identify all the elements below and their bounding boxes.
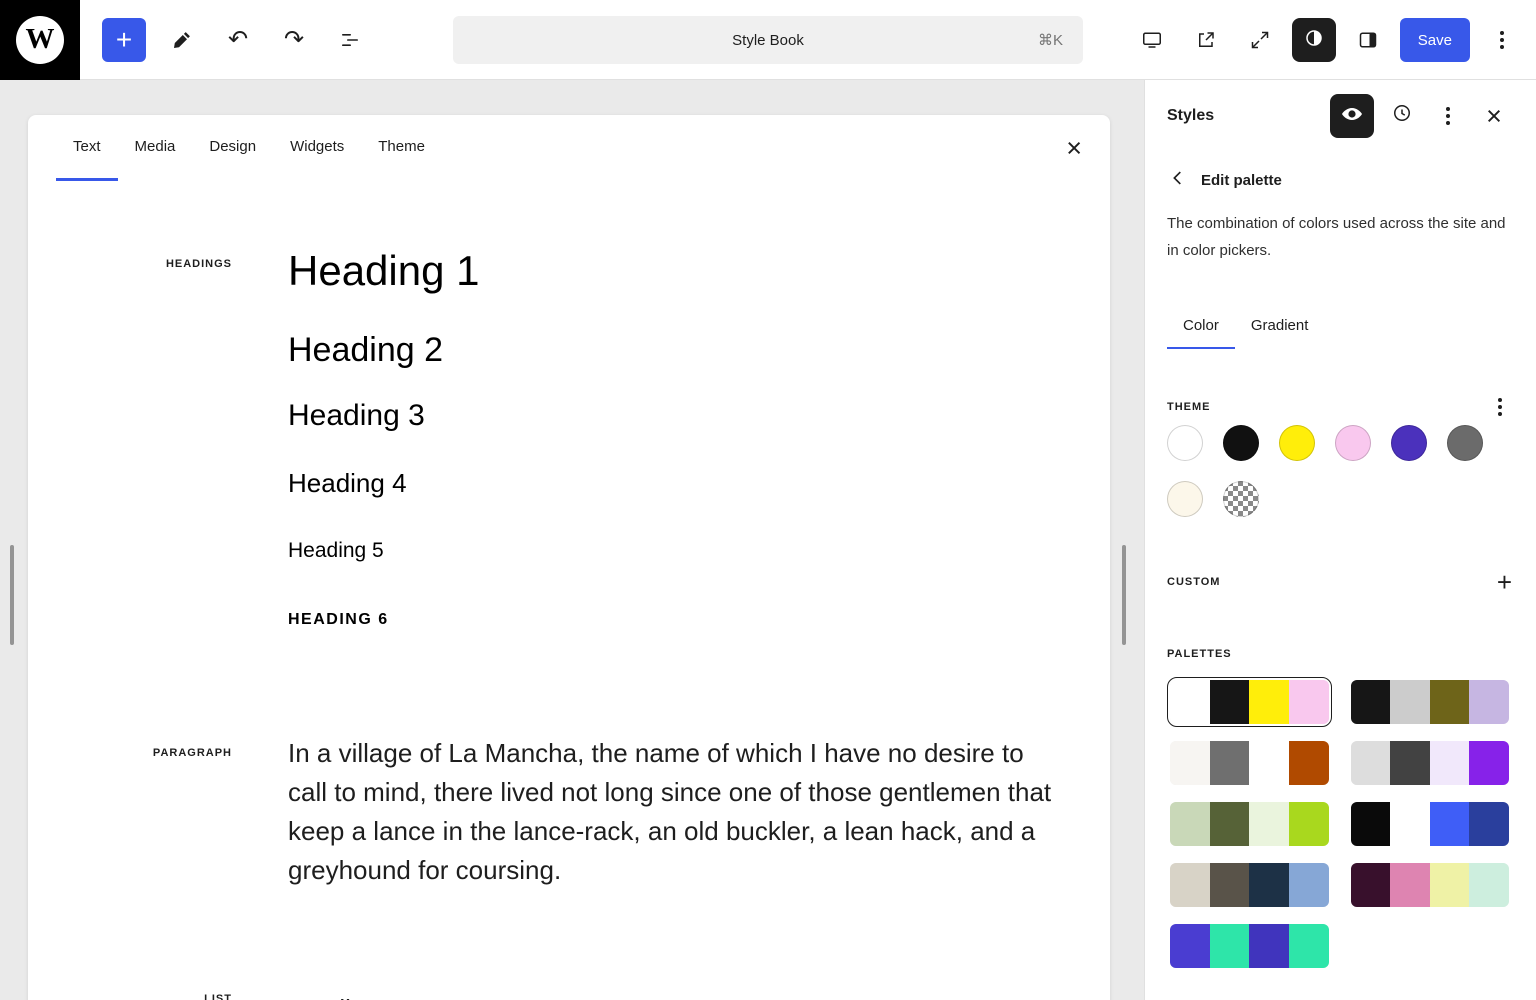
wordpress-logo[interactable]: W	[0, 0, 80, 80]
heading-5-sample[interactable]: Heading 5	[288, 537, 1110, 564]
history-clock-icon	[1390, 101, 1414, 132]
edit-tool-button[interactable]	[160, 18, 204, 62]
heading-3-sample[interactable]: Heading 3	[288, 397, 1110, 435]
paragraph-label: PARAGRAPH	[152, 747, 232, 759]
theme-color-swatch[interactable]	[1223, 425, 1259, 461]
tab-widgets[interactable]: Widgets	[273, 115, 361, 181]
theme-color-swatch[interactable]	[1167, 481, 1203, 517]
kebab-menu-icon	[1498, 398, 1502, 416]
contrast-styles-icon	[1302, 26, 1326, 55]
plus-icon: +	[115, 23, 133, 55]
eye-icon	[1340, 102, 1364, 131]
list-label: LIST	[204, 993, 232, 1000]
wordpress-w-icon: W	[16, 15, 64, 64]
redo-icon: ↷	[283, 26, 305, 53]
sidebar-panel-icon	[1356, 28, 1380, 52]
style-book-toggle-button[interactable]	[1330, 94, 1374, 138]
palette-option[interactable]	[1348, 677, 1513, 727]
settings-sidebar-toggle[interactable]	[1346, 18, 1390, 62]
heading-6-sample[interactable]: Heading 6	[288, 610, 1110, 630]
close-sidebar-button[interactable]: ×	[1476, 98, 1512, 134]
sidebar-title: Styles	[1167, 107, 1215, 124]
styles-button[interactable]	[1291, 18, 1336, 62]
external-link-icon	[1194, 28, 1218, 52]
options-menu-button[interactable]	[1480, 18, 1524, 62]
edit-palette-back[interactable]: Edit palette	[1167, 166, 1512, 194]
headings-section: HEADINGS Heading 1 Heading 2 Heading 3 H…	[28, 245, 1110, 630]
block-inserter-button[interactable]: +	[102, 17, 146, 62]
device-preview-button[interactable]	[1130, 18, 1174, 62]
palette-option[interactable]	[1167, 921, 1332, 971]
style-book-card: Text Media Design Widgets Theme × HEADIN…	[28, 115, 1110, 1000]
theme-color-swatch[interactable]	[1447, 425, 1483, 461]
theme-section-label: THEME	[1167, 401, 1211, 413]
heading-1-sample[interactable]: Heading 1	[288, 245, 1110, 297]
theme-color-swatch[interactable]	[1335, 425, 1371, 461]
theme-color-swatch[interactable]	[1279, 425, 1315, 461]
transparency-color-swatch[interactable]	[1223, 481, 1259, 517]
undo-icon: ↶	[227, 26, 249, 53]
theme-color-swatch[interactable]	[1167, 425, 1203, 461]
palette-tabs: Color Gradient	[1167, 304, 1512, 349]
edit-palette-title: Edit palette	[1201, 171, 1282, 189]
style-book-tabs: Text Media Design Widgets Theme ×	[28, 115, 1110, 181]
paragraph-section: PARAGRAPH In a village of La Mancha, the…	[28, 734, 1110, 890]
palette-option[interactable]	[1167, 677, 1332, 727]
list-view-icon	[338, 28, 362, 52]
desktop-icon	[1140, 28, 1164, 52]
headings-samples[interactable]: Heading 1 Heading 2 Heading 3 Heading 4 …	[288, 245, 1110, 630]
fullscreen-button[interactable]	[1238, 18, 1282, 62]
palette-description: The combination of colors used across th…	[1167, 215, 1506, 259]
command-shortcut: ⌘K	[1037, 32, 1063, 49]
expand-icon	[1248, 28, 1272, 52]
chevron-left-icon	[1167, 167, 1189, 194]
palette-option[interactable]	[1167, 860, 1332, 910]
save-button[interactable]: Save	[1399, 18, 1470, 62]
styles-sidebar: Styles × Edit palette The combination of…	[1144, 80, 1536, 1000]
revisions-button[interactable]	[1384, 98, 1420, 134]
palette-option[interactable]	[1167, 738, 1332, 788]
theme-options-button[interactable]	[1488, 395, 1512, 419]
palette-option[interactable]	[1348, 799, 1513, 849]
palette-option[interactable]	[1348, 860, 1513, 910]
list-item-sample: Alice.	[322, 990, 1110, 1000]
palettes-section-label: PALETTES	[1167, 648, 1232, 660]
list-section: LIST Alice.	[28, 990, 1110, 1000]
tab-gradient[interactable]: Gradient	[1235, 304, 1325, 349]
kebab-menu-icon	[1446, 107, 1450, 125]
custom-section-label: CUSTOM	[1167, 576, 1221, 588]
theme-color-swatch[interactable]	[1391, 425, 1427, 461]
pencil-icon	[170, 28, 194, 52]
styles-options-button[interactable]	[1430, 98, 1466, 134]
resize-handle-left[interactable]	[10, 545, 14, 645]
tab-text[interactable]: Text	[56, 115, 118, 181]
redo-button[interactable]: ↷	[272, 18, 316, 62]
add-custom-color-button[interactable]: +	[1497, 569, 1512, 595]
view-site-button[interactable]	[1184, 18, 1228, 62]
tab-color[interactable]: Color	[1167, 304, 1235, 349]
sample-list[interactable]: Alice.	[288, 990, 1110, 1000]
palettes-grid	[1167, 677, 1512, 971]
heading-4-sample[interactable]: Heading 4	[288, 467, 1110, 499]
tab-design[interactable]: Design	[192, 115, 273, 181]
palette-option[interactable]	[1348, 738, 1513, 788]
theme-color-swatches	[1167, 425, 1483, 517]
command-palette-label: Style Book	[732, 31, 804, 49]
paragraph-sample[interactable]: In a village of La Mancha, the name of w…	[288, 734, 1058, 890]
resize-handle-right[interactable]	[1122, 545, 1126, 645]
editor-topbar: W + ↶ ↷ Style Book ⌘K Save	[0, 0, 1536, 80]
close-style-book-icon[interactable]: ×	[1066, 134, 1082, 162]
palette-option[interactable]	[1167, 799, 1332, 849]
undo-button[interactable]: ↶	[216, 18, 260, 62]
heading-2-sample[interactable]: Heading 2	[288, 329, 1110, 371]
command-palette[interactable]: Style Book ⌘K	[453, 16, 1083, 64]
headings-label: HEADINGS	[165, 258, 232, 270]
kebab-menu-icon	[1500, 31, 1504, 49]
style-book-canvas: Text Media Design Widgets Theme × HEADIN…	[0, 80, 1144, 1000]
tab-media[interactable]: Media	[118, 115, 193, 181]
list-view-button[interactable]	[328, 18, 372, 62]
tab-theme[interactable]: Theme	[361, 115, 442, 181]
